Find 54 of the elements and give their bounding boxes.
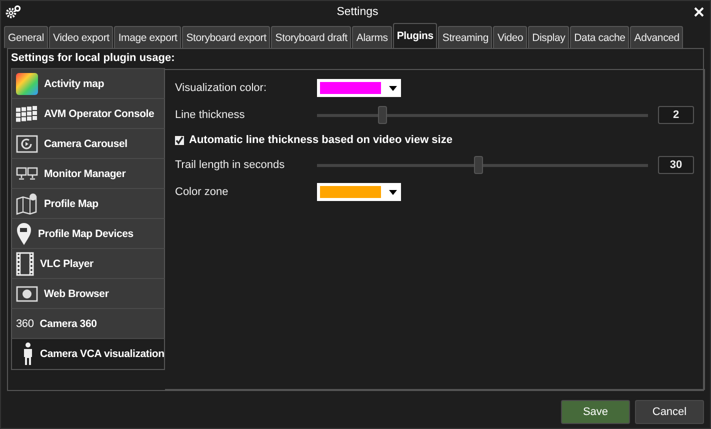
settings-tab[interactable]: Plugins [392,23,438,48]
carousel-icon [16,134,38,154]
plugin-item[interactable]: VLC Player [11,248,165,279]
color-dropdown[interactable] [317,183,401,201]
checkbox[interactable] [175,136,184,144]
settings-tab[interactable]: Image export [114,26,182,48]
plugin-item[interactable]: Activity map [11,68,165,99]
settings-tab[interactable]: Alarms [352,26,392,48]
plugin-item[interactable]: Profile Map Devices [11,218,165,249]
settings-tab[interactable]: Display [528,26,570,48]
slider[interactable] [317,106,648,124]
value-field[interactable]: 2 [658,106,694,124]
caret-icon [389,86,397,90]
plugin-item[interactable]: Camera VCA visualization [11,338,165,370]
plugin-item[interactable]: Profile Map [11,188,165,219]
value-field[interactable]: 30 [658,156,694,174]
settings-tab[interactable]: Streaming [438,26,492,48]
heatmap-icon [16,72,38,94]
settings-tab[interactable]: Video [493,26,528,48]
slider-thumb[interactable] [378,106,388,124]
section-heading: Settings for local plugin usage: [11,52,176,66]
settings-tab[interactable]: Video export [48,26,114,48]
slider-thumb[interactable] [474,156,484,174]
setting-label: Color zone [175,186,230,198]
color-dropdown[interactable] [317,79,401,97]
plugin-item[interactable]: 360 Camera 360 [11,308,165,339]
checkbox-label: Automatic line thickness based on video view size [189,134,452,146]
monitors-icon [16,166,38,180]
settings-tab[interactable]: Data cache [570,26,630,48]
settings-tab[interactable]: Advanced [630,26,684,48]
settings-tab[interactable]: Storyboard export [182,26,270,48]
plugin-item[interactable]: AVM Operator Console [11,98,165,129]
gears-icon [5,5,21,19]
settings-tab[interactable]: General [4,26,48,48]
setting-label: Line thickness [175,109,246,121]
caret-icon [389,190,397,194]
cancel-button[interactable]: Cancel [635,400,704,424]
plugin-item[interactable]: Monitor Manager [11,158,165,189]
close-icon[interactable] [694,7,704,17]
camera-360-icon: 360 [16,318,34,330]
plugin-item[interactable]: Camera Carousel [11,128,165,159]
person-icon [22,342,34,366]
map-pin-icon [16,222,32,246]
map-icon [16,192,38,214]
video-wall-icon [16,104,38,124]
window-title: Settings [336,6,378,18]
plugin-item[interactable]: Web Browser [11,278,165,309]
browser-icon [16,286,38,302]
save-button[interactable]: Save [561,400,630,424]
film-icon [16,252,34,276]
slider[interactable] [317,156,648,174]
settings-tab[interactable]: Storyboard draft [271,26,352,48]
setting-label: Visualization color: [175,82,268,94]
setting-label: Trail length in seconds [175,159,286,171]
